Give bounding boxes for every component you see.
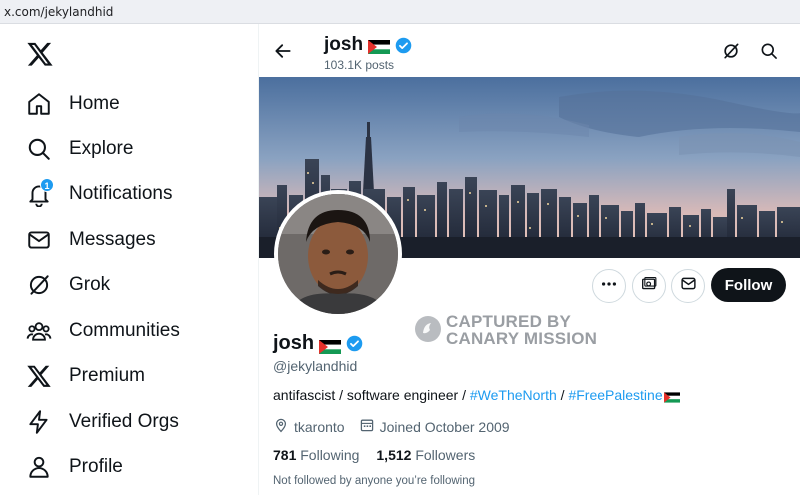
follow-button[interactable]: Follow — [711, 268, 786, 302]
x-icon — [26, 363, 52, 389]
sidebar-item-grok[interactable]: Grok — [26, 267, 110, 303]
sidebar-item-verified-orgs[interactable]: Verified Orgs — [26, 404, 179, 440]
joined-item: Joined October 2009 — [359, 417, 510, 436]
lightning-icon — [26, 409, 52, 435]
bio-separator: / — [556, 387, 569, 403]
home-icon — [26, 91, 52, 117]
browser-url-bar[interactable]: x.com/jekylandhid — [0, 0, 800, 24]
sidebar-item-label: Home — [69, 93, 120, 114]
person-icon — [26, 454, 52, 480]
x-logo-icon[interactable] — [26, 40, 54, 68]
sidebar-item-label: Premium — [69, 365, 146, 386]
more-options-button[interactable] — [592, 269, 626, 303]
palestine-flag-icon — [368, 38, 391, 54]
sidebar-item-label: Messages — [69, 229, 156, 250]
hashtag-link[interactable]: #WeTheNorth — [470, 387, 557, 403]
notification-badge: 1 — [40, 178, 54, 192]
sidebar-item-label: Profile — [69, 456, 123, 477]
followers-label: Followers — [415, 447, 476, 463]
subscribe-button[interactable] — [632, 269, 666, 303]
people-icon — [26, 318, 52, 344]
back-arrow-icon[interactable] — [273, 41, 293, 61]
search-icon[interactable] — [759, 41, 779, 61]
profile-column: josh 103.1K posts Follow CAPTURED BY CAN… — [259, 24, 800, 495]
grok-icon — [26, 272, 52, 298]
search-icon — [26, 136, 52, 162]
sidebar-item-premium[interactable]: Premium — [26, 358, 145, 394]
follow-stats: 781 Following 1,512 Followers — [273, 447, 475, 463]
bell-icon: 1 — [26, 178, 54, 208]
sidebar-item-label: Grok — [69, 274, 111, 295]
location-item: tkaronto — [273, 417, 345, 436]
sidebar-item-home[interactable]: Home — [26, 86, 120, 122]
joined-text: Joined October 2009 — [379, 418, 510, 435]
canary-mission-watermark: CAPTURED BY CANARY MISSION — [415, 312, 598, 348]
sidebar-item-communities[interactable]: Communities — [26, 313, 180, 349]
post-count: 103.1K posts — [324, 58, 395, 72]
message-button[interactable] — [671, 269, 705, 303]
following-label: Following — [300, 447, 360, 463]
header-name: josh — [324, 34, 412, 56]
watermark-line2: CANARY MISSION — [446, 329, 598, 348]
grok-icon[interactable] — [721, 41, 741, 61]
following-link[interactable]: 781 Following — [273, 447, 359, 463]
hashtag-link[interactable]: #FreePalestine — [568, 387, 662, 403]
url-text[interactable]: x.com/jekylandhid — [4, 5, 113, 19]
location-text: tkaronto — [294, 418, 345, 435]
profile-display-name: josh — [273, 332, 363, 355]
canary-logo-icon — [415, 316, 441, 342]
verified-badge-icon[interactable] — [346, 335, 363, 352]
bio-text: antifascist / software engineer / — [273, 387, 470, 403]
location-pin-icon — [273, 417, 289, 436]
palestine-flag-icon — [319, 337, 342, 354]
profile-avatar[interactable] — [274, 190, 402, 318]
more-dots-icon — [600, 275, 618, 298]
header-name-text: josh — [324, 34, 364, 55]
profile-meta: tkaronto Joined October 2009 — [273, 417, 524, 436]
mail-icon — [26, 227, 52, 253]
profile-header-bar: josh 103.1K posts — [259, 24, 800, 77]
mutual-followers-note: Not followed by anyone you’re following — [273, 475, 476, 487]
sidebar-item-label: Communities — [69, 320, 180, 341]
sidebar-item-notifications[interactable]: 1 Notifications — [26, 176, 173, 212]
money-icon — [641, 275, 658, 297]
sidebar-item-label: Explore — [69, 138, 134, 159]
sidebar-item-messages[interactable]: Messages — [26, 222, 156, 258]
profile-bio: antifascist / software engineer / #WeThe… — [273, 387, 680, 403]
profile-name-text: josh — [273, 332, 315, 354]
sidebar-item-label: Verified Orgs — [69, 411, 179, 432]
mail-icon — [680, 275, 697, 297]
palestine-flag-icon — [663, 390, 680, 403]
sidebar-item-explore[interactable]: Explore — [26, 131, 133, 167]
calendar-icon — [359, 417, 375, 436]
verified-badge-icon — [395, 37, 412, 54]
followers-link[interactable]: 1,512 Followers — [376, 447, 475, 463]
sidebar-item-profile[interactable]: Profile — [26, 449, 123, 485]
sidebar-item-label: Notifications — [69, 183, 173, 204]
followers-count: 1,512 — [376, 447, 412, 463]
following-count: 781 — [273, 447, 297, 463]
sidebar: Home Explore 1 Notifications Messages Gr… — [0, 24, 258, 495]
profile-handle: @jekylandhid — [273, 358, 358, 374]
